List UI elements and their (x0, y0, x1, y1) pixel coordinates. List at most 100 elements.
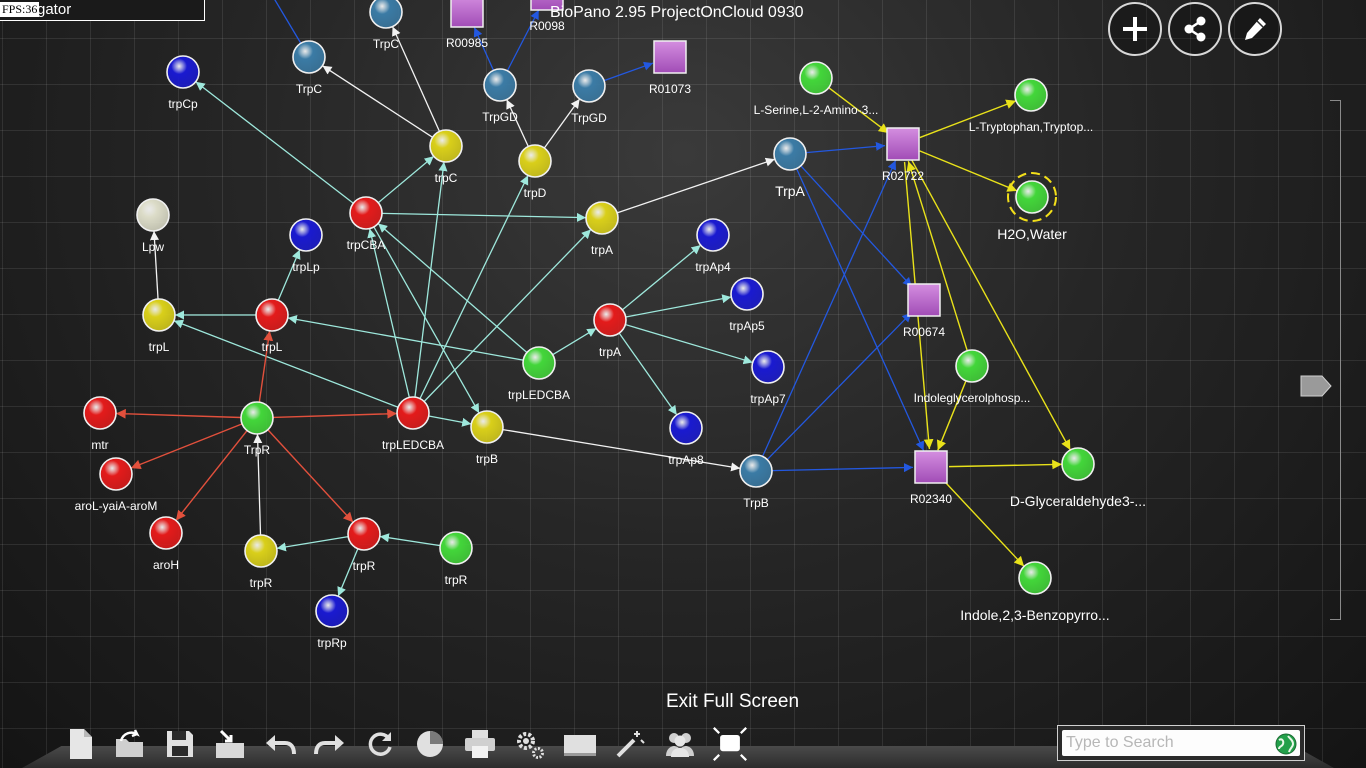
add-button[interactable] (1108, 2, 1162, 56)
node-trpRp[interactable]: trpRp (315, 594, 349, 650)
node-circle (572, 69, 606, 103)
node-trpC_top[interactable]: TrpC (369, 0, 403, 51)
new-file-button[interactable] (62, 724, 98, 764)
reaction-R01073[interactable]: R01073 (649, 40, 691, 96)
node-circle (593, 303, 627, 337)
node-trpAp7[interactable]: trpAp7 (750, 350, 786, 406)
edge-trpLEDCBA_r-trpB_y (428, 415, 472, 427)
node-label: trpC (435, 171, 458, 185)
exit-fullscreen-link[interactable]: Exit Full Screen (666, 691, 799, 713)
node-label: D-Glyceraldehyde3-... (1010, 493, 1146, 509)
node-label: trpAp5 (729, 319, 765, 333)
node-mtr[interactable]: mtr (83, 396, 117, 452)
node-label: trpLEDCBA (382, 438, 444, 452)
node-indole[interactable]: Indole,2,3-Benzopyrro... (960, 561, 1110, 623)
node-label: trpL (149, 340, 170, 354)
node-label: Indoleglycerolphosp... (914, 391, 1031, 405)
node-water[interactable]: H2O,Water (997, 172, 1067, 242)
node-trpC_y[interactable]: trpC (429, 129, 463, 185)
node-trpAp4[interactable]: trpAp4 (695, 218, 731, 274)
undo-button[interactable] (262, 724, 298, 764)
reaction-R00985[interactable]: R00985 (446, 0, 488, 50)
node-label: TrpB (743, 496, 769, 510)
node-trpD[interactable]: trpD (518, 144, 552, 200)
node-aroH[interactable]: aroH (149, 516, 183, 572)
share-icon (1184, 16, 1206, 42)
pie-chart-icon (417, 731, 443, 757)
edit-button[interactable] (1228, 2, 1282, 56)
open-button[interactable] (112, 724, 148, 764)
node-trpL_r[interactable]: trpL (255, 298, 289, 354)
globe-icon[interactable] (1274, 732, 1298, 756)
redo-button[interactable] (312, 724, 348, 764)
import-button[interactable] (212, 724, 248, 764)
node-trpR_r[interactable]: trpR (347, 517, 381, 573)
floppy-disk-icon (167, 731, 193, 757)
node-trpA_r[interactable]: trpA (593, 303, 627, 359)
node-aroL[interactable]: aroL-yaiA-aroM (75, 457, 158, 513)
node-circle (730, 277, 764, 311)
navigator-panel[interactable]: gator FPS:36 (0, 0, 205, 21)
edge-trpB_y-TrpB (502, 428, 741, 472)
exit-fullscreen-icon (713, 727, 747, 761)
share-button[interactable] (1168, 2, 1222, 56)
book-icon (564, 735, 596, 756)
network-canvas[interactable]: TrpC TrpC trpCp TrpGD TrpGD trpC trpD Lpw trpCBA… (0, 0, 1366, 768)
refresh-button[interactable] (362, 724, 398, 764)
node-trpCp[interactable]: trpCp (166, 55, 200, 111)
node-circle (347, 517, 381, 551)
settings-button[interactable] (512, 724, 548, 764)
node-TrpA[interactable]: TrpA (773, 137, 807, 199)
pathway-network[interactable]: TrpC TrpC trpCp TrpGD TrpGD trpC trpD Lpw trpCBA… (0, 0, 1366, 768)
edge-trpGD2-R01073 (603, 61, 654, 82)
node-trpL_y[interactable]: trpL (142, 298, 176, 354)
node-trpAp5[interactable]: trpAp5 (729, 277, 765, 333)
save-button[interactable] (162, 724, 198, 764)
node-TrpB[interactable]: TrpB (739, 454, 773, 510)
node-trpA_y[interactable]: trpA (585, 201, 619, 257)
panel-toggle-arrow[interactable] (1300, 375, 1332, 397)
node-tryptophan[interactable]: L-Tryptophan,Tryptop... (969, 78, 1094, 134)
node-trpR_g[interactable]: trpR (439, 531, 473, 587)
node-circle (696, 218, 730, 252)
node-trpGD2[interactable]: TrpGD (571, 69, 607, 125)
node-circle (396, 396, 430, 430)
reaction-R02722[interactable]: R02722 (882, 127, 924, 183)
reaction-square (450, 0, 484, 28)
reaction-R00674[interactable]: R00674 (903, 283, 945, 339)
node-trpB_y[interactable]: trpB (470, 410, 504, 466)
edge-trpLEDCBA_g-trpCBA (377, 222, 528, 354)
node-trpLEDCBA_g[interactable]: trpLEDCBA (508, 346, 570, 402)
node-trpR_y[interactable]: trpR (244, 534, 278, 590)
edge-trpR_c-trpR_r (267, 429, 354, 523)
node-glyceraldehyde[interactable]: D-Glyceraldehyde3-... (1010, 447, 1146, 509)
node-trpR_c[interactable]: TrpR (240, 401, 274, 457)
plus-icon (1123, 17, 1147, 41)
node-circle (142, 298, 176, 332)
edge-TrpB-R00674 (766, 312, 912, 461)
node-label: trpA (591, 243, 613, 257)
node-lpw[interactable]: Lpw (136, 198, 170, 254)
chart-button[interactable] (412, 724, 448, 764)
edge-trpA_r-trpAp5 (625, 294, 732, 318)
node-circle (255, 298, 289, 332)
search-box[interactable] (1057, 725, 1305, 761)
search-input[interactable] (1062, 730, 1300, 756)
node-trpAp8[interactable]: trpAp8 (668, 411, 704, 467)
node-trpC2[interactable]: TrpC (292, 40, 326, 96)
magic-wand-button[interactable] (612, 724, 648, 764)
reaction-square (886, 127, 920, 161)
edge-trpC_y-trpC2 (322, 65, 433, 138)
users-button[interactable] (662, 724, 698, 764)
node-indoleglycerol[interactable]: Indoleglycerolphosp... (914, 349, 1031, 405)
fullscreen-button[interactable] (712, 724, 748, 764)
node-circle (483, 68, 517, 102)
node-trpLp[interactable]: trpLp (289, 218, 323, 274)
reaction-R02340[interactable]: R02340 (910, 450, 952, 506)
reaction-square (914, 450, 948, 484)
node-serine[interactable]: L-Serine,L-2-Amino-3... (754, 61, 879, 117)
book-button[interactable] (562, 724, 598, 764)
print-button[interactable] (462, 724, 498, 764)
edge-trpR_g-trpR_r (379, 533, 441, 547)
node-trpGD1[interactable]: TrpGD (482, 68, 518, 124)
